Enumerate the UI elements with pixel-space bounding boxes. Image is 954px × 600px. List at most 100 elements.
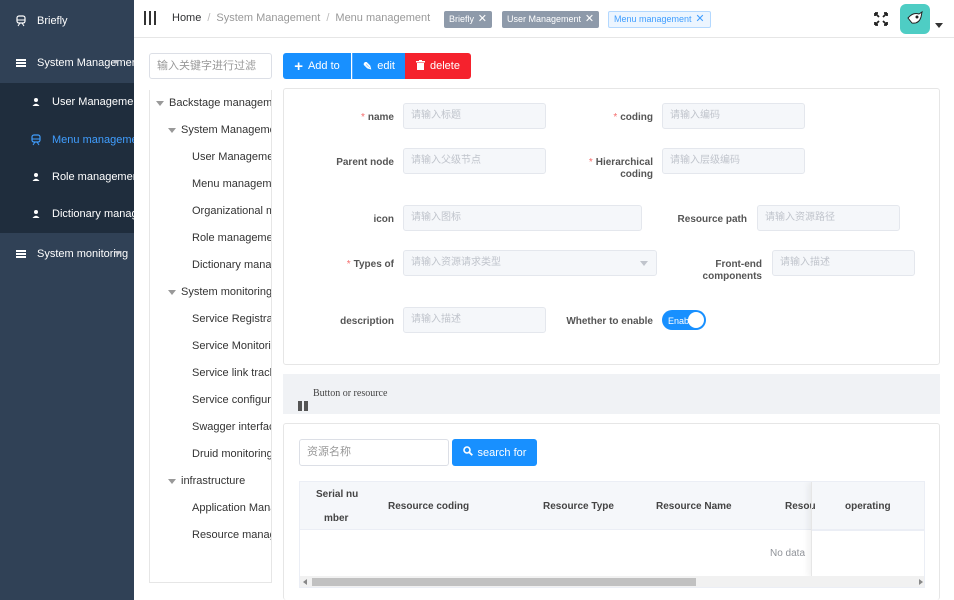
topbar: Home / System Management / Menu management B…	[134, 0, 954, 38]
tree-node-label: System monitoring	[181, 286, 272, 298]
tree-node[interactable]: Resource management	[192, 522, 271, 549]
delete-button[interactable]: delete	[405, 53, 471, 79]
chevron-down-icon	[640, 261, 648, 266]
hierarchical-coding-input[interactable]: 请输入层级编码	[662, 148, 805, 174]
hierarchical-coding-label: * Hierarchical coding	[588, 157, 653, 180]
tree-node[interactable]: Service Registration	[192, 306, 271, 333]
tree-node[interactable]: Service configuration	[192, 387, 271, 414]
breadcrumb: Home / System Management / Menu management	[172, 12, 431, 24]
tree-node[interactable]: Druid monitoring	[192, 441, 271, 468]
column-header-resource-name[interactable]: Resource Name	[656, 501, 732, 512]
resource-panel: 资源名称 search for Serial nu mber Resource …	[283, 423, 940, 600]
parent-node-input[interactable]: 请输入父级节点	[403, 148, 546, 174]
tab-tag-user-management[interactable]: User Management ✕	[502, 11, 600, 28]
fixed-column-operating: operating	[811, 482, 924, 577]
icon-label: icon	[373, 214, 394, 225]
chevron-down-icon[interactable]	[935, 23, 943, 28]
breadcrumb-home[interactable]: Home	[172, 12, 201, 24]
front-end-components-input[interactable]: 请输入描述	[772, 250, 915, 276]
resource-path-input[interactable]: 请输入资源路径	[757, 205, 900, 231]
tree-node-label: Organizational management	[192, 205, 271, 217]
horizontal-scrollbar[interactable]	[300, 576, 924, 587]
tree-node[interactable]: User Management	[192, 144, 271, 171]
front-end-components-label: Front-end components	[702, 259, 762, 282]
sidebar-group-system-management[interactable]: System Management	[0, 44, 134, 82]
sidebar-brand-label: Briefly	[37, 15, 68, 27]
types-of-label: * Types of	[346, 259, 394, 270]
breadcrumb-item: System Management	[216, 12, 321, 24]
resource-search-input[interactable]: 资源名称	[299, 439, 449, 466]
tag-label: User Management	[507, 14, 582, 24]
tree-node[interactable]: Menu management	[192, 171, 272, 198]
caret-down-icon[interactable]	[156, 100, 164, 106]
add-button[interactable]: + Add to	[283, 53, 351, 79]
column-header-resource-type[interactable]: Resource Type	[543, 501, 614, 512]
description-input[interactable]: 请输入描述	[403, 307, 546, 333]
tree-filter-placeholder: 输入关键字进行过滤	[157, 60, 256, 72]
tree-node[interactable]: Organizational management	[192, 198, 271, 225]
tree-node-label: Role management	[192, 232, 271, 244]
tree-node-root[interactable]: Backstage management	[156, 90, 272, 117]
menu-list-icon	[15, 248, 27, 260]
close-icon[interactable]: ✕	[478, 11, 487, 28]
tree-node[interactable]: infrastructure	[168, 468, 245, 495]
empty-state-text: No data	[770, 548, 806, 559]
tree-node[interactable]: Swagger interface	[192, 414, 271, 441]
search-icon	[462, 446, 473, 459]
tab-tag-briefly[interactable]: Briefly ✕	[444, 11, 493, 28]
tree-node[interactable]: System Management	[168, 117, 271, 144]
enable-switch[interactable]: Enable	[662, 310, 706, 330]
edit-button[interactable]: ✎ edit	[352, 53, 405, 79]
coding-input[interactable]: 请输入编码	[662, 103, 805, 129]
arrow-left-icon[interactable]	[303, 579, 307, 585]
user-icon	[30, 96, 42, 108]
tree-node[interactable]: Dictionary management	[192, 252, 271, 279]
tree-node-label: Service configuration	[192, 394, 271, 406]
main-content: 输入关键字进行过滤 Backstage management System Ma…	[134, 38, 954, 600]
pencil-icon: ✎	[363, 60, 373, 73]
caret-down-icon[interactable]	[168, 478, 176, 484]
sidebar-item-menu-management[interactable]: Menu management	[0, 121, 134, 159]
arrow-right-icon[interactable]	[919, 579, 923, 585]
breadcrumb-item: Menu management	[335, 12, 431, 24]
resource-path-label: Resource path	[677, 214, 747, 225]
sidebar-group-system-monitoring[interactable]: System monitoring	[0, 235, 134, 273]
column-header-serial: mber	[324, 513, 349, 524]
sidebar-item-dictionary-management[interactable]: Dictionary management	[0, 195, 134, 233]
tree-node[interactable]: Service link tracking	[192, 360, 271, 387]
tag-label: Briefly	[449, 14, 475, 24]
tree-node-label: Application Management	[192, 502, 271, 514]
tree-node[interactable]: Application Management	[192, 495, 271, 522]
fullscreen-icon[interactable]	[874, 12, 888, 26]
tree-node-label: Service link tracking	[192, 367, 271, 379]
hamburger-icon[interactable]	[144, 11, 156, 25]
close-icon[interactable]: ✕	[695, 12, 704, 27]
sidebar-item-role-management[interactable]: Role management	[0, 158, 134, 196]
close-icon[interactable]: ✕	[585, 11, 594, 28]
tree-node-label: System Management	[181, 124, 271, 136]
search-button[interactable]: search for	[452, 439, 537, 466]
tree-filter-input[interactable]: 输入关键字进行过滤	[149, 53, 272, 79]
tree-node[interactable]: Service Monitoring	[192, 333, 271, 360]
tree-node[interactable]: System monitoring	[168, 279, 272, 306]
caret-down-icon[interactable]	[168, 127, 176, 133]
avatar[interactable]	[900, 4, 930, 34]
columns-icon	[298, 389, 308, 411]
scrollbar-thumb[interactable]	[312, 578, 696, 586]
user-icon	[30, 208, 42, 220]
tree-node-label: Service Monitoring	[192, 340, 271, 352]
name-input[interactable]: 请输入标题	[403, 103, 546, 129]
enable-label: Whether to enable	[566, 316, 653, 327]
types-of-select[interactable]: 请输入资源请求类型	[403, 250, 657, 276]
trash-icon	[416, 59, 425, 73]
tree-node-label: Menu management	[192, 178, 272, 190]
icon-input[interactable]: 请输入图标	[403, 205, 642, 231]
sidebar-brand[interactable]: Briefly	[0, 2, 134, 40]
column-header-resource-coding[interactable]: Resource coding	[388, 501, 469, 512]
sidebar-item-user-management[interactable]: User Management	[0, 83, 134, 121]
tree-node[interactable]: Role management	[192, 225, 271, 252]
caret-down-icon[interactable]	[168, 289, 176, 295]
tree-node-label: Backstage management	[169, 97, 272, 109]
tab-tag-menu-management[interactable]: Menu management ✕	[608, 11, 711, 28]
sidebar-item-label: User Management	[52, 96, 134, 108]
